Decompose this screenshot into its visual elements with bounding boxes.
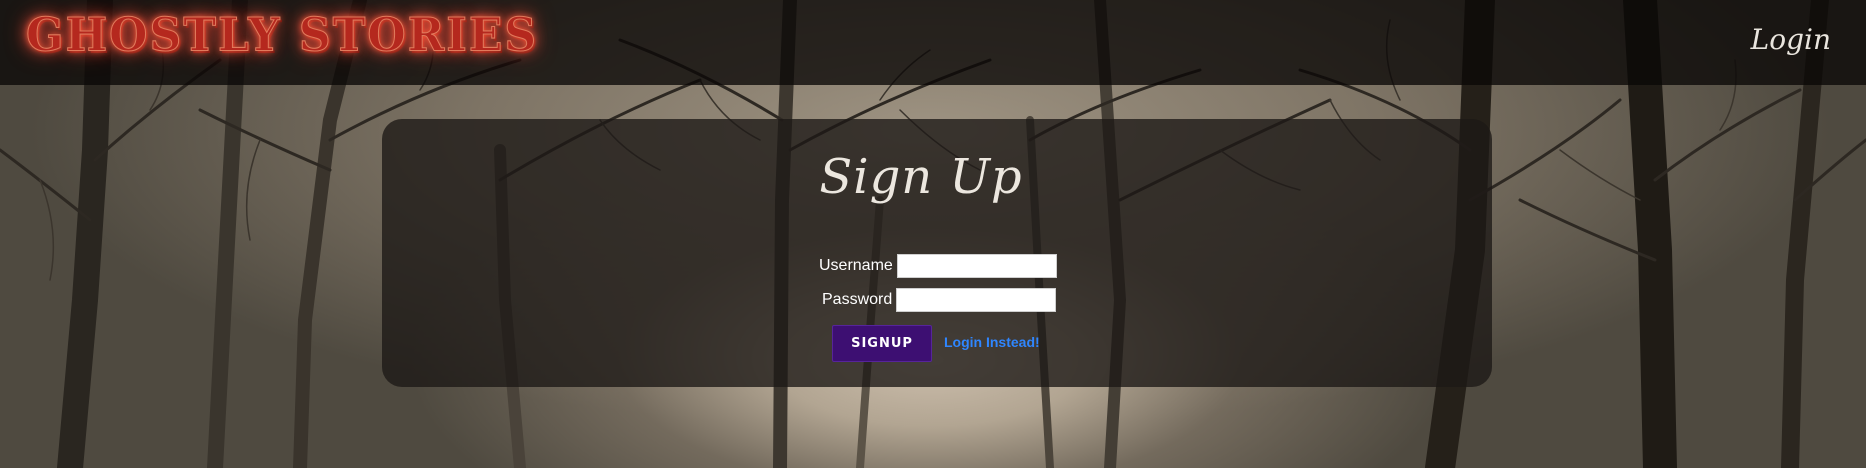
username-label: Username — [819, 257, 893, 274]
password-input[interactable] — [896, 288, 1057, 312]
password-label: Password — [822, 291, 893, 308]
password-row: Password — [822, 287, 1057, 313]
signup-card: Sign Up Username Password SIGNUP Login I… — [382, 119, 1492, 387]
signup-title: Sign Up — [819, 149, 1023, 205]
top-navbar: Ghostly Stories Login — [0, 0, 1866, 85]
brand-logo[interactable]: Ghostly Stories — [25, 7, 538, 66]
signup-button[interactable]: SIGNUP — [832, 325, 932, 362]
nav-login-link[interactable]: Login — [1751, 20, 1831, 60]
login-instead-link[interactable]: Login Instead! — [944, 334, 1040, 350]
username-row: Username — [819, 253, 1057, 279]
username-input[interactable] — [896, 254, 1057, 278]
